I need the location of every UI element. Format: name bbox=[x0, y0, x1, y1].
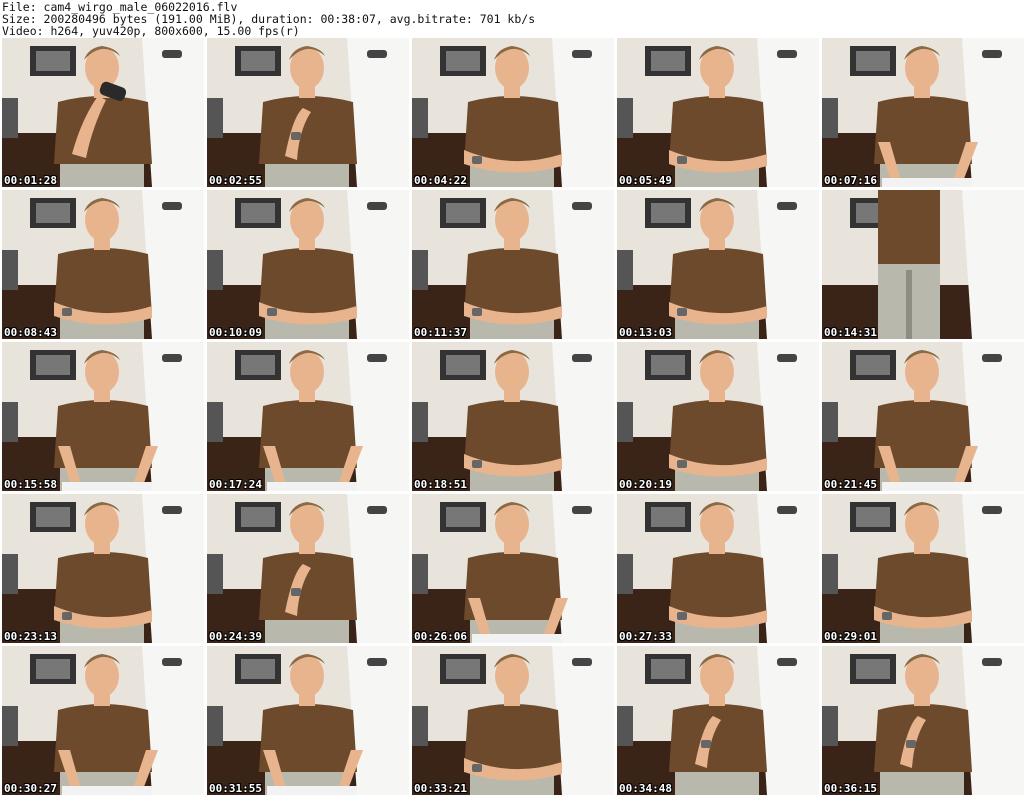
thumbnail-timestamp: 00:14:31 bbox=[824, 326, 877, 339]
thumbnail-timestamp: 00:23:13 bbox=[4, 630, 57, 643]
thumbnail-timestamp: 00:27:33 bbox=[619, 630, 672, 643]
thumbnail-frame-image bbox=[412, 38, 614, 187]
thumbnail-timestamp: 00:10:09 bbox=[209, 326, 262, 339]
thumbnail-frame-image bbox=[207, 190, 409, 339]
video-thumbnail: 00:29:01 bbox=[822, 494, 1024, 643]
video-thumbnail: 00:31:55 bbox=[207, 646, 409, 795]
thumbnail-frame-image bbox=[412, 646, 614, 795]
thumbnail-frame-image bbox=[412, 342, 614, 491]
thumbnail-frame-image bbox=[2, 38, 204, 187]
thumbnail-timestamp: 00:36:15 bbox=[824, 782, 877, 795]
video-thumbnail: 00:27:33 bbox=[617, 494, 819, 643]
video-thumbnail: 00:18:51 bbox=[412, 342, 614, 491]
thumbnail-timestamp: 00:05:49 bbox=[619, 174, 672, 187]
video-info-line: Video: h264, yuv420p, 800x600, 15.00 fps… bbox=[2, 24, 300, 38]
thumbnail-timestamp: 00:31:55 bbox=[209, 782, 262, 795]
thumbnail-timestamp: 00:20:19 bbox=[619, 478, 672, 491]
video-thumbnail: 00:04:22 bbox=[412, 38, 614, 187]
video-thumbnail: 00:30:27 bbox=[2, 646, 204, 795]
video-thumbnail: 00:07:16 bbox=[822, 38, 1024, 187]
video-thumbnail: 00:02:55 bbox=[207, 38, 409, 187]
thumbnail-frame-image bbox=[617, 494, 819, 643]
thumbnail-frame-image bbox=[617, 38, 819, 187]
thumbnail-timestamp: 00:13:03 bbox=[619, 326, 672, 339]
thumbnail-timestamp: 00:33:21 bbox=[414, 782, 467, 795]
video-thumbnail: 00:21:45 bbox=[822, 342, 1024, 491]
thumbnail-timestamp: 00:26:06 bbox=[414, 630, 467, 643]
thumbnail-frame-image bbox=[822, 38, 1024, 187]
video-thumbnail: 00:08:43 bbox=[2, 190, 204, 339]
thumbnail-frame-image bbox=[412, 190, 614, 339]
thumbnail-timestamp: 00:04:22 bbox=[414, 174, 467, 187]
thumbnail-frame-image bbox=[2, 646, 204, 795]
thumbnail-timestamp: 00:02:55 bbox=[209, 174, 262, 187]
video-thumbnail: 00:14:31 bbox=[822, 190, 1024, 339]
thumbnail-frame-image bbox=[617, 342, 819, 491]
video-thumbnail: 00:24:39 bbox=[207, 494, 409, 643]
thumbnail-timestamp: 00:15:58 bbox=[4, 478, 57, 491]
thumbnail-timestamp: 00:29:01 bbox=[824, 630, 877, 643]
thumbnail-timestamp: 00:08:43 bbox=[4, 326, 57, 339]
thumbnail-frame-image bbox=[617, 646, 819, 795]
thumbnail-frame-image bbox=[822, 342, 1024, 491]
thumbnail-timestamp: 00:07:16 bbox=[824, 174, 877, 187]
thumbnail-frame-image bbox=[412, 494, 614, 643]
video-thumbnail: 00:36:15 bbox=[822, 646, 1024, 795]
video-thumbnail: 00:23:13 bbox=[2, 494, 204, 643]
video-thumbnail: 00:10:09 bbox=[207, 190, 409, 339]
thumbnail-frame-image bbox=[207, 38, 409, 187]
thumbnail-timestamp: 00:30:27 bbox=[4, 782, 57, 795]
video-thumbnail: 00:05:49 bbox=[617, 38, 819, 187]
thumbnail-frame-image bbox=[2, 190, 204, 339]
thumbnail-timestamp: 00:11:37 bbox=[414, 326, 467, 339]
thumbnail-timestamp: 00:18:51 bbox=[414, 478, 467, 491]
video-thumbnail: 00:11:37 bbox=[412, 190, 614, 339]
thumbnail-frame-image bbox=[822, 494, 1024, 643]
thumbnail-timestamp: 00:01:28 bbox=[4, 174, 57, 187]
thumbnail-frame-image bbox=[822, 190, 1024, 339]
thumbnail-frame-image bbox=[617, 190, 819, 339]
video-thumbnail: 00:15:58 bbox=[2, 342, 204, 491]
thumbnail-frame-image bbox=[207, 646, 409, 795]
thumbnail-grid: 00:01:28 00:02:55 00:04:22 00:05:49 00:0… bbox=[0, 38, 1024, 799]
thumbnail-frame-image bbox=[2, 342, 204, 491]
video-thumbnail: 00:17:24 bbox=[207, 342, 409, 491]
thumbnail-timestamp: 00:17:24 bbox=[209, 478, 262, 491]
video-thumbnail: 00:13:03 bbox=[617, 190, 819, 339]
video-thumbnail: 00:33:21 bbox=[412, 646, 614, 795]
thumbnail-frame-image bbox=[207, 342, 409, 491]
thumbnail-frame-image bbox=[2, 494, 204, 643]
thumbnail-frame-image bbox=[822, 646, 1024, 795]
thumbnail-timestamp: 00:24:39 bbox=[209, 630, 262, 643]
thumbnail-frame-image bbox=[207, 494, 409, 643]
thumbnail-timestamp: 00:34:48 bbox=[619, 782, 672, 795]
video-thumbnail: 00:01:28 bbox=[2, 38, 204, 187]
video-thumbnail: 00:20:19 bbox=[617, 342, 819, 491]
video-thumbnail: 00:26:06 bbox=[412, 494, 614, 643]
thumbnail-timestamp: 00:21:45 bbox=[824, 478, 877, 491]
video-thumbnail: 00:34:48 bbox=[617, 646, 819, 795]
